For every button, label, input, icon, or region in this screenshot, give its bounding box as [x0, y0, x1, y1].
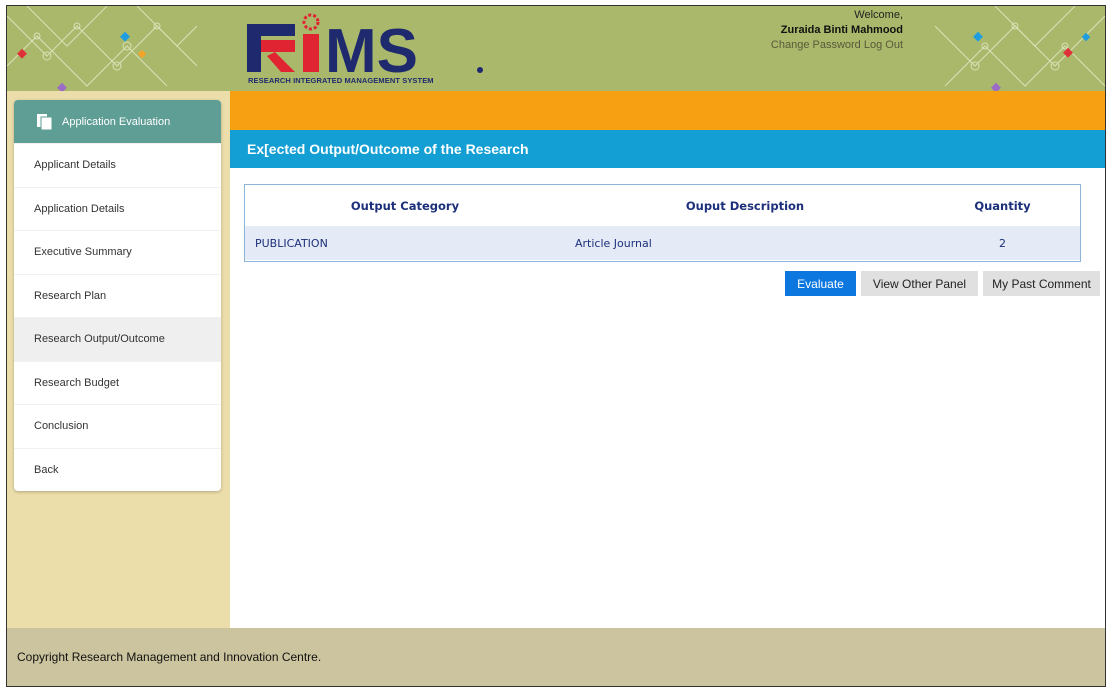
column-header-output-description: Ouput Description	[685, 198, 805, 213]
sidebar-item-application-details[interactable]: Application Details	[14, 186, 221, 231]
cell-output-description: Article Journal	[575, 236, 652, 250]
logo-ms-letters: MS	[325, 17, 418, 76]
footer: Copyright Research Management and Innova…	[7, 628, 1105, 686]
change-password-link[interactable]: Change Password	[771, 39, 861, 51]
document-icon	[37, 113, 53, 130]
cell-output-category: PUBLICATION	[255, 236, 328, 250]
copyright-text: Copyright Research Management and Innova…	[17, 650, 322, 664]
circuit-decoration	[7, 6, 197, 91]
sidebar-item-back[interactable]: Back	[14, 447, 221, 492]
sidebar-item-research-budget[interactable]: Research Budget	[14, 360, 221, 405]
cell-quantity: 2	[999, 236, 1006, 250]
header: MS RESEARCH INTEGRATED MANAGEMENT SYSTEM…	[7, 6, 1105, 91]
view-other-panel-button[interactable]: View Other Panel	[861, 271, 978, 296]
circuit-decoration	[935, 6, 1105, 91]
app-frame: MS RESEARCH INTEGRATED MANAGEMENT SYSTEM…	[6, 5, 1106, 687]
user-box: Welcome, Zuraida Binti Mahmood Change Pa…	[771, 8, 903, 53]
log-out-link[interactable]: Log Out	[864, 39, 903, 51]
orange-bar	[230, 91, 1105, 130]
sidebar-item-research-plan[interactable]: Research Plan	[14, 273, 221, 318]
rims-logo-mark: MS	[247, 13, 483, 86]
table-header-row: Output Category Ouput Description Quanti…	[245, 185, 1080, 226]
section-title: Ex[ected Output/Outcome of the Research	[230, 130, 1105, 168]
sidebar-title: Application Evaluation	[62, 115, 171, 128]
logo-tagline: RESEARCH INTEGRATED MANAGEMENT SYSTEM	[248, 76, 434, 85]
sidebar-item-applicant-details[interactable]: Applicant Details	[14, 143, 221, 187]
rims-logo[interactable]: MS RESEARCH INTEGRATED MANAGEMENT SYSTEM	[245, 12, 485, 88]
sidebar-item-executive-summary[interactable]: Executive Summary	[14, 230, 221, 274]
column-header-quantity: Quantity	[974, 198, 1031, 213]
output-table: Output Category Ouput Description Quanti…	[244, 184, 1081, 262]
table-row: PUBLICATION Article Journal 2	[245, 226, 1080, 260]
welcome-text: Welcome,	[854, 9, 903, 21]
evaluate-button[interactable]: Evaluate	[785, 271, 856, 296]
sidebar-item-research-output[interactable]: Research Output/Outcome	[14, 317, 221, 361]
user-name: Zuraida Binti Mahmood	[780, 24, 903, 36]
sidebar-header: Application Evaluation	[14, 100, 221, 143]
my-past-comment-button[interactable]: My Past Comment	[983, 271, 1100, 296]
column-header-output-category: Output Category	[350, 198, 460, 213]
sidebar: Application Evaluation Applicant Details…	[14, 100, 221, 491]
sidebar-item-conclusion[interactable]: Conclusion	[14, 404, 221, 448]
